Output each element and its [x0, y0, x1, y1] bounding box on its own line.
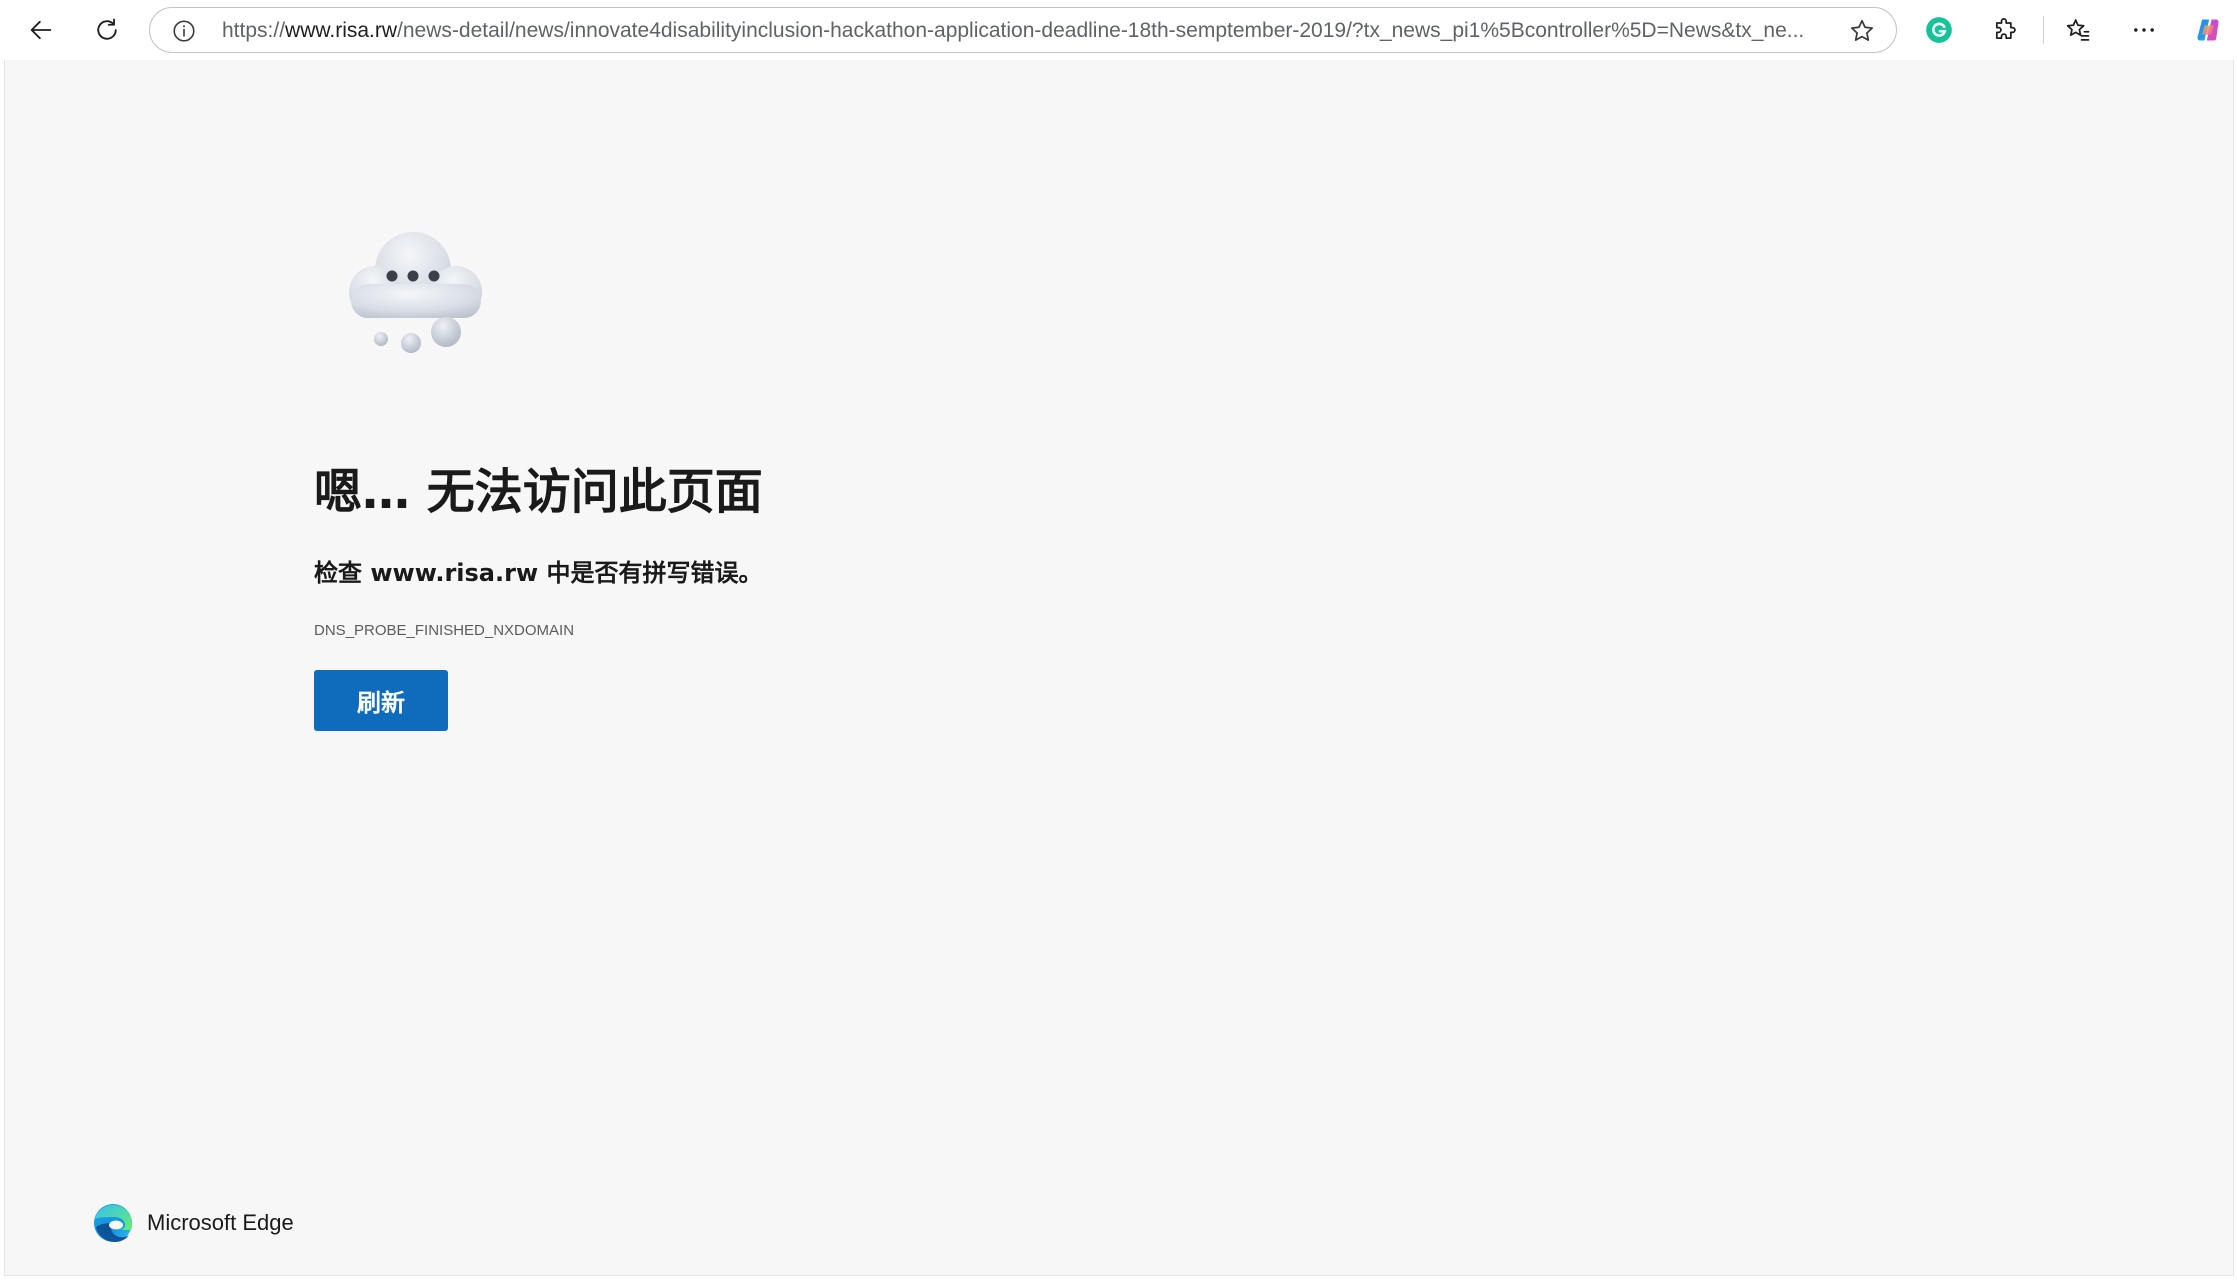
page-content: 嗯… 无法访问此页面 检查 www.risa.rw 中是否有拼写错误。 DNS_…: [4, 60, 2234, 1276]
refresh-button[interactable]: 刷新: [314, 670, 448, 731]
error-description: 检查 www.risa.rw 中是否有拼写错误。: [314, 559, 763, 587]
page-title: 嗯… 无法访问此页面: [314, 464, 763, 520]
cloud-icon: [349, 232, 482, 353]
error-code: DNS_PROBE_FINISHED_NXDOMAIN: [314, 622, 575, 639]
edge-brand-label: Microsoft Edge: [147, 1210, 294, 1235]
edge-logo-icon: [94, 1204, 132, 1242]
edge-brand: Microsoft Edge: [93, 1203, 294, 1243]
